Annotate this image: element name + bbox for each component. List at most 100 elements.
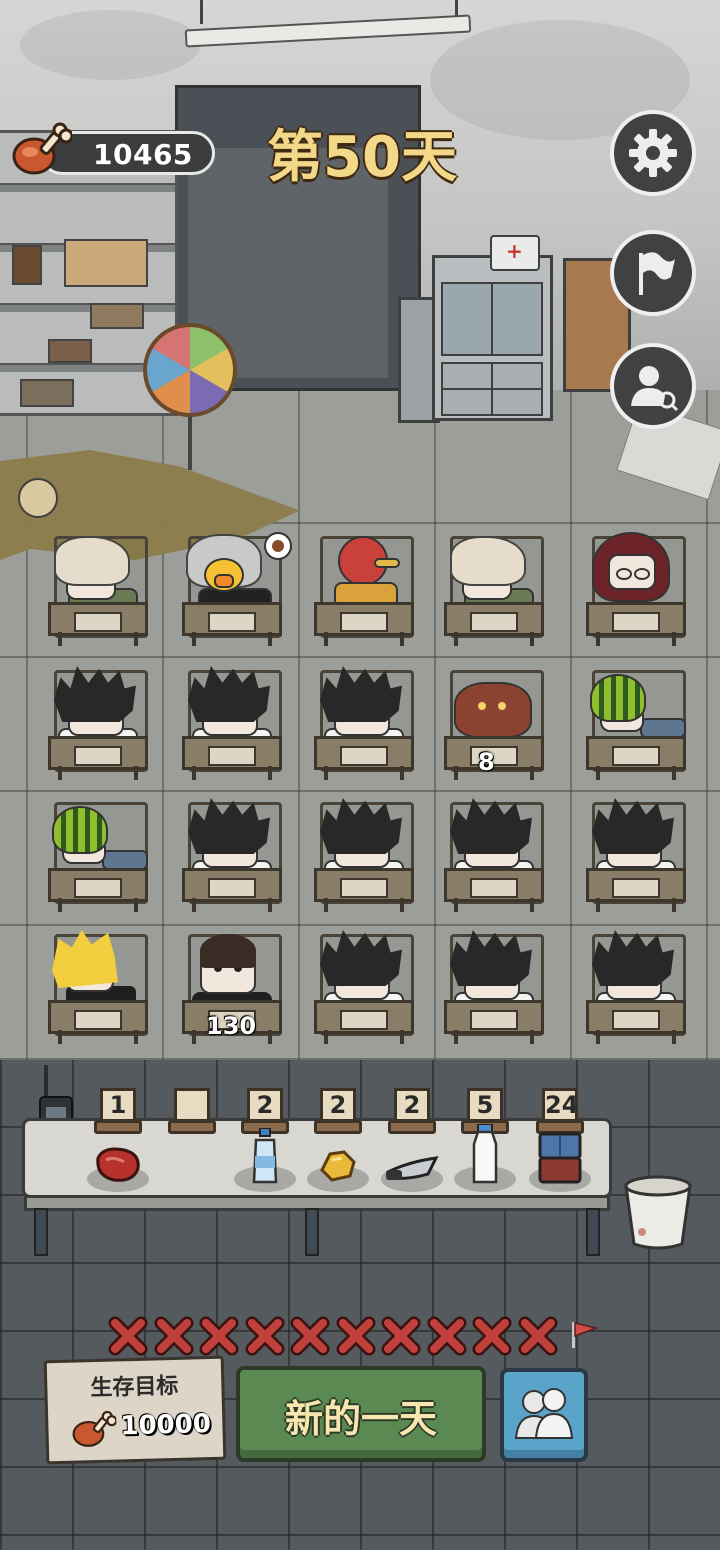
hair xyxy=(320,930,402,986)
survivor-desk[interactable] xyxy=(48,794,148,912)
melon-helmet xyxy=(52,806,108,854)
count-stand xyxy=(388,1120,436,1134)
count-stand xyxy=(94,1120,142,1134)
table-leg xyxy=(305,1208,319,1256)
gold-nugget-icon xyxy=(316,1148,360,1188)
desk-leg xyxy=(268,898,272,912)
hair xyxy=(320,798,402,854)
desk-leg xyxy=(134,898,138,912)
survivor-desk[interactable] xyxy=(586,794,686,912)
survivor-desk[interactable] xyxy=(182,528,292,646)
desk-leg xyxy=(324,1030,328,1044)
supply-count: 2 xyxy=(247,1088,283,1122)
goal-value: 10000 xyxy=(120,1409,212,1442)
settings-button[interactable] xyxy=(610,110,696,196)
hair xyxy=(450,798,532,854)
desk-leg xyxy=(454,766,458,780)
hair xyxy=(52,930,118,988)
desk-leg xyxy=(324,632,328,646)
survivor-desk[interactable] xyxy=(444,926,544,1044)
goal-title: 生存目标 xyxy=(90,1373,179,1402)
name-plate xyxy=(612,612,660,632)
person-search-icon xyxy=(631,366,679,412)
game-scene: 10465 第50天 xyxy=(0,0,720,1550)
desk-leg xyxy=(530,1030,534,1044)
hair xyxy=(592,798,674,854)
hair xyxy=(200,934,256,968)
survivor-desk[interactable] xyxy=(444,794,544,912)
survivor-desk[interactable] xyxy=(444,528,544,646)
water-bottle-icon xyxy=(250,1127,280,1188)
table-leg xyxy=(34,1208,48,1256)
supply-count: 1 xyxy=(100,1088,136,1122)
survival-goal-card: 生存目标 10000 xyxy=(43,1355,227,1465)
name-plate xyxy=(612,746,660,766)
lucky-wheel[interactable] xyxy=(143,323,237,417)
radiation-icon xyxy=(18,478,58,518)
x-mark-icon xyxy=(472,1316,512,1356)
desk-leg xyxy=(268,766,272,780)
beak xyxy=(214,574,234,588)
supply-count: 2 xyxy=(394,1088,430,1122)
medicine-cabinet xyxy=(432,255,553,421)
survivors-button[interactable] xyxy=(500,1368,588,1462)
survivor-desk[interactable] xyxy=(586,662,686,780)
desk-leg xyxy=(58,766,62,780)
desk-leg xyxy=(672,1030,676,1044)
hair xyxy=(450,930,532,986)
desk-leg xyxy=(268,1030,272,1044)
name-plate xyxy=(74,878,122,898)
x-mark-icon xyxy=(518,1316,558,1356)
supply-count xyxy=(174,1088,210,1122)
desk-leg xyxy=(400,1030,404,1044)
survivor-desk[interactable] xyxy=(314,528,414,646)
hair xyxy=(54,666,136,722)
name-plate xyxy=(612,878,660,898)
survivor-desk[interactable] xyxy=(182,662,282,780)
survivor-desk[interactable] xyxy=(48,528,148,646)
first-aid-kit xyxy=(490,235,540,271)
survivor-desk[interactable] xyxy=(314,662,414,780)
survivor-desk[interactable] xyxy=(314,926,414,1044)
supply-count: 2 xyxy=(320,1088,356,1122)
survivor-desk[interactable]: 130 xyxy=(182,926,282,1044)
desk-leg xyxy=(268,632,272,646)
x-mark-icon xyxy=(199,1316,239,1356)
name-plate xyxy=(470,612,518,632)
pants xyxy=(102,850,148,870)
hair xyxy=(450,536,526,586)
name-plate xyxy=(74,612,122,632)
supply-count: 24 xyxy=(542,1088,578,1122)
face xyxy=(608,554,656,590)
name-plate xyxy=(340,1010,388,1030)
x-mark-icon xyxy=(108,1316,148,1356)
desk-leg xyxy=(596,1030,600,1044)
new-day-label: 新的一天 xyxy=(284,1397,437,1441)
survivor-desk[interactable] xyxy=(586,528,686,646)
wheel-stand xyxy=(188,410,192,470)
desk-leg xyxy=(596,766,600,780)
survivor-desk[interactable] xyxy=(48,662,148,780)
survivor-desk[interactable] xyxy=(48,926,148,1044)
hair xyxy=(54,536,130,586)
pants xyxy=(640,718,686,738)
new-day-button[interactable]: 新的一天 xyxy=(236,1366,486,1462)
food-amount: 10465 xyxy=(93,138,193,171)
survivor-desk[interactable] xyxy=(182,794,282,912)
desk-leg xyxy=(596,632,600,646)
desk-leg xyxy=(672,766,676,780)
name-plate xyxy=(340,746,388,766)
hair xyxy=(188,666,270,722)
survivor-hp-label: 8 xyxy=(478,748,495,776)
name-plate xyxy=(74,1010,122,1030)
survivor-desk[interactable]: 8 xyxy=(444,662,544,780)
survivor-desk[interactable] xyxy=(586,926,686,1044)
x-mark-icon xyxy=(381,1316,421,1356)
profile-search-button[interactable] xyxy=(610,343,696,429)
desk-leg xyxy=(530,632,534,646)
milk-bottle-icon xyxy=(470,1123,500,1188)
red-flag-icon xyxy=(566,1318,600,1352)
flag-button[interactable] xyxy=(610,230,696,316)
name-plate xyxy=(208,878,256,898)
survivor-desk[interactable] xyxy=(314,794,414,912)
